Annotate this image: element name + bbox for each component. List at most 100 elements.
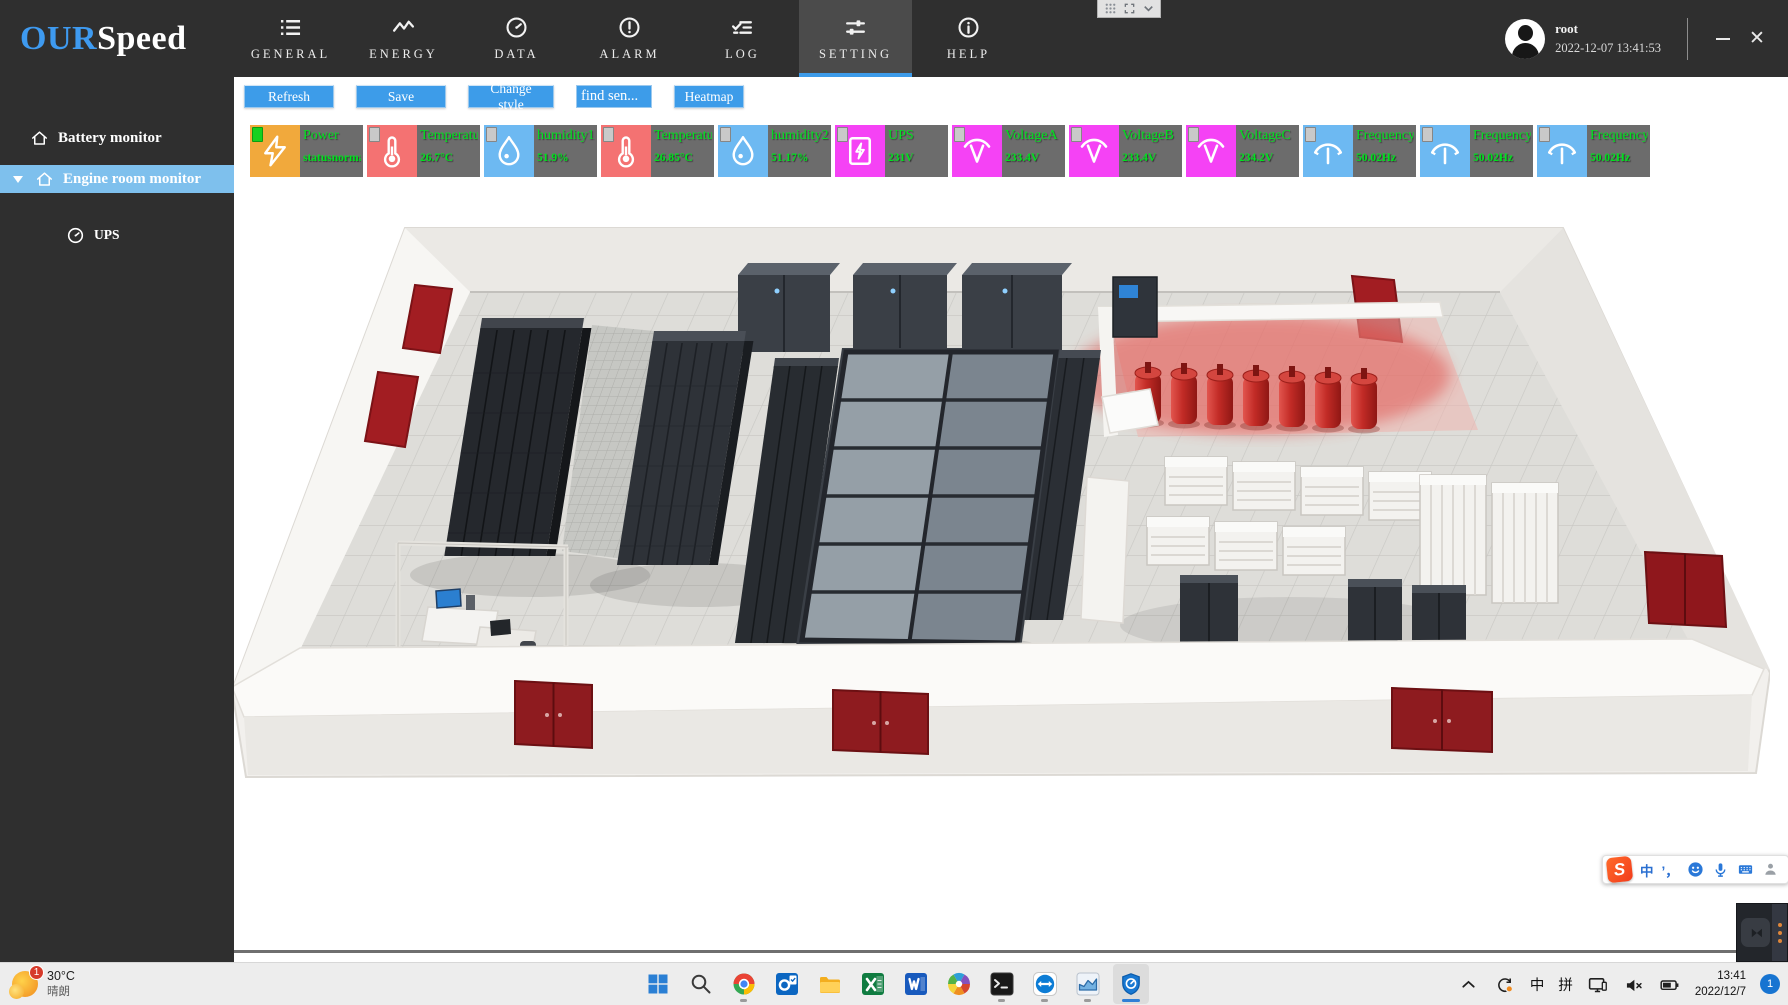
ime-punctuation[interactable]: ’，: [1662, 860, 1679, 880]
server-room-3d-view[interactable]: [234, 225, 1770, 857]
ime-grid-icon[interactable]: [1102, 1, 1118, 16]
running-indicator: [1041, 999, 1048, 1002]
taskbar-app-terminal[interactable]: [984, 964, 1020, 1004]
task-manager-icon: [1075, 971, 1101, 997]
search-icon: [688, 971, 714, 997]
ime-mode-chinese[interactable]: 中: [1640, 860, 1654, 880]
taskbar-app-chrome[interactable]: [726, 964, 762, 1004]
sensor-tile-ups[interactable]: UPS 231V: [835, 125, 948, 177]
taskbar-app-ourspeed[interactable]: [1113, 964, 1149, 1004]
sensor-checkbox[interactable]: [837, 127, 848, 142]
screen-recorder-widget[interactable]: [1736, 903, 1788, 962]
sensor-tile-temperature[interactable]: Temperature 26.7°C: [367, 125, 480, 177]
heatmap-button[interactable]: Heatmap: [674, 85, 744, 108]
taskbar-app-excel[interactable]: [855, 964, 891, 1004]
sensor-checkbox[interactable]: [252, 127, 263, 142]
sidebar-item-battery-monitor[interactable]: Battery monitor: [0, 123, 234, 153]
sensor-tile-frequency[interactable]: Frequency 50.02Hz: [1420, 125, 1533, 177]
sensor-label: humidity1: [537, 127, 595, 145]
info-icon: [956, 15, 981, 40]
horizontal-scrollbar[interactable]: [234, 950, 1788, 953]
tray-clock[interactable]: 13:41 2022/12/7: [1695, 968, 1746, 1000]
notification-badge[interactable]: 1: [1760, 974, 1780, 994]
taskbar-app-explorer[interactable]: [812, 964, 848, 1004]
battery-icon[interactable]: [1659, 973, 1681, 995]
trend-icon: [391, 15, 416, 40]
sensor-tile-frequency[interactable]: Frequency 50.02Hz: [1537, 125, 1650, 177]
emoji-icon[interactable]: [1687, 861, 1704, 878]
chrome-icon: [731, 971, 757, 997]
tray-expand-chevron-icon[interactable]: [1458, 973, 1480, 995]
sensor-checkbox[interactable]: [1539, 127, 1550, 142]
sensor-checkbox[interactable]: [369, 127, 380, 142]
window-controls-divider: [1687, 18, 1688, 60]
recorder-menu-dots[interactable]: [1772, 904, 1787, 961]
sensor-tile-voltagec[interactable]: VoltageC 234.2V: [1186, 125, 1299, 177]
taskbar-app-word[interactable]: [898, 964, 934, 1004]
ime-mini-toolbar[interactable]: [1097, 0, 1161, 18]
change-style-button[interactable]: Change style: [468, 85, 554, 108]
sensor-tile-frequency[interactable]: Frequency 50.02Hz: [1303, 125, 1416, 177]
sensor-tile-power[interactable]: Power statusnormal: [250, 125, 363, 177]
nav-tab-log[interactable]: LOG: [686, 0, 799, 77]
sensor-info: UPS 231V: [885, 125, 948, 177]
sogou-logo-icon[interactable]: S: [1606, 856, 1633, 883]
sensor-checkbox[interactable]: [954, 127, 965, 142]
sensor-checkbox[interactable]: [603, 127, 614, 142]
sync-icon[interactable]: [1494, 973, 1516, 995]
sidebar-item-ups[interactable]: UPS: [0, 220, 234, 250]
nav-tab-label: ENERGY: [369, 47, 438, 62]
taskbar-app-photos[interactable]: [941, 964, 977, 1004]
volume-muted-icon[interactable]: [1623, 973, 1645, 995]
nav-tab-energy[interactable]: ENERGY: [347, 0, 460, 77]
sensor-checkbox[interactable]: [720, 127, 731, 142]
sensor-info: humidity1 51.9%: [534, 125, 597, 177]
sensor-label: VoltageC: [1239, 127, 1297, 145]
sensor-checkbox[interactable]: [486, 127, 497, 142]
sidebar-item-engine-room-monitor[interactable]: Engine room monitor: [0, 165, 234, 193]
save-button[interactable]: Save: [356, 85, 446, 108]
sensor-tile-temperature[interactable]: Temperature 26.85°C: [601, 125, 714, 177]
taskbar-app-search[interactable]: [683, 964, 719, 1004]
nav-tab-general[interactable]: GENERAL: [234, 0, 347, 77]
running-indicator: [955, 999, 962, 1002]
sensor-tile-humidity1[interactable]: humidity1 51.9%: [484, 125, 597, 177]
refresh-button[interactable]: Refresh: [244, 85, 334, 108]
ime-chevron-down-icon[interactable]: [1140, 1, 1156, 16]
minimize-button[interactable]: [1706, 19, 1740, 59]
taskbar-app-teamviewer[interactable]: [1027, 964, 1063, 1004]
tray-time: 13:41: [1695, 968, 1746, 984]
sensor-tile-voltagea[interactable]: VoltageA 233.4V: [952, 125, 1065, 177]
taskbar-app-start[interactable]: [640, 964, 676, 1004]
taskbar-app-task-manager[interactable]: [1070, 964, 1106, 1004]
sensor-checkbox[interactable]: [1422, 127, 1433, 142]
nav-tab-setting[interactable]: SETTING: [799, 0, 912, 77]
outlook-icon: [774, 971, 800, 997]
sensor-checkbox[interactable]: [1305, 127, 1316, 142]
close-button[interactable]: [1740, 19, 1774, 59]
sensor-label: VoltageA: [1005, 127, 1063, 145]
user-meta: root 2022-12-07 13:41:53: [1555, 19, 1661, 59]
taskbar-weather-widget[interactable]: 1 30°C 晴朗: [12, 963, 75, 1005]
user-avatar[interactable]: [1505, 19, 1545, 59]
microphone-icon[interactable]: [1712, 861, 1729, 878]
ime-expand-icon[interactable]: [1121, 1, 1137, 16]
front-door-center: [833, 690, 928, 754]
keyboard-icon[interactable]: [1737, 861, 1754, 878]
sensor-checkbox[interactable]: [1071, 127, 1082, 142]
sensor-icon-box: [484, 125, 534, 177]
ime-language-chinese[interactable]: 中: [1530, 974, 1545, 995]
find-sensor-input[interactable]: [576, 85, 652, 108]
nav-tab-alarm[interactable]: ALARM: [573, 0, 686, 77]
sensor-tile-voltageb[interactable]: VoltageB 233.4V: [1069, 125, 1182, 177]
network-monitor-icon[interactable]: [1587, 973, 1609, 995]
sensor-label: humidity2: [771, 127, 829, 145]
skin-person-icon[interactable]: [1762, 861, 1779, 878]
nav-tab-help[interactable]: HELP: [912, 0, 1025, 77]
ime-language-pinyin[interactable]: 拼: [1558, 974, 1573, 995]
sensor-tile-humidity2[interactable]: humidity2 51.17%: [718, 125, 831, 177]
sogou-ime-bar[interactable]: S 中 ’，: [1602, 855, 1788, 884]
nav-tab-data[interactable]: DATA: [460, 0, 573, 77]
taskbar-app-outlook[interactable]: [769, 964, 805, 1004]
sensor-checkbox[interactable]: [1188, 127, 1199, 142]
